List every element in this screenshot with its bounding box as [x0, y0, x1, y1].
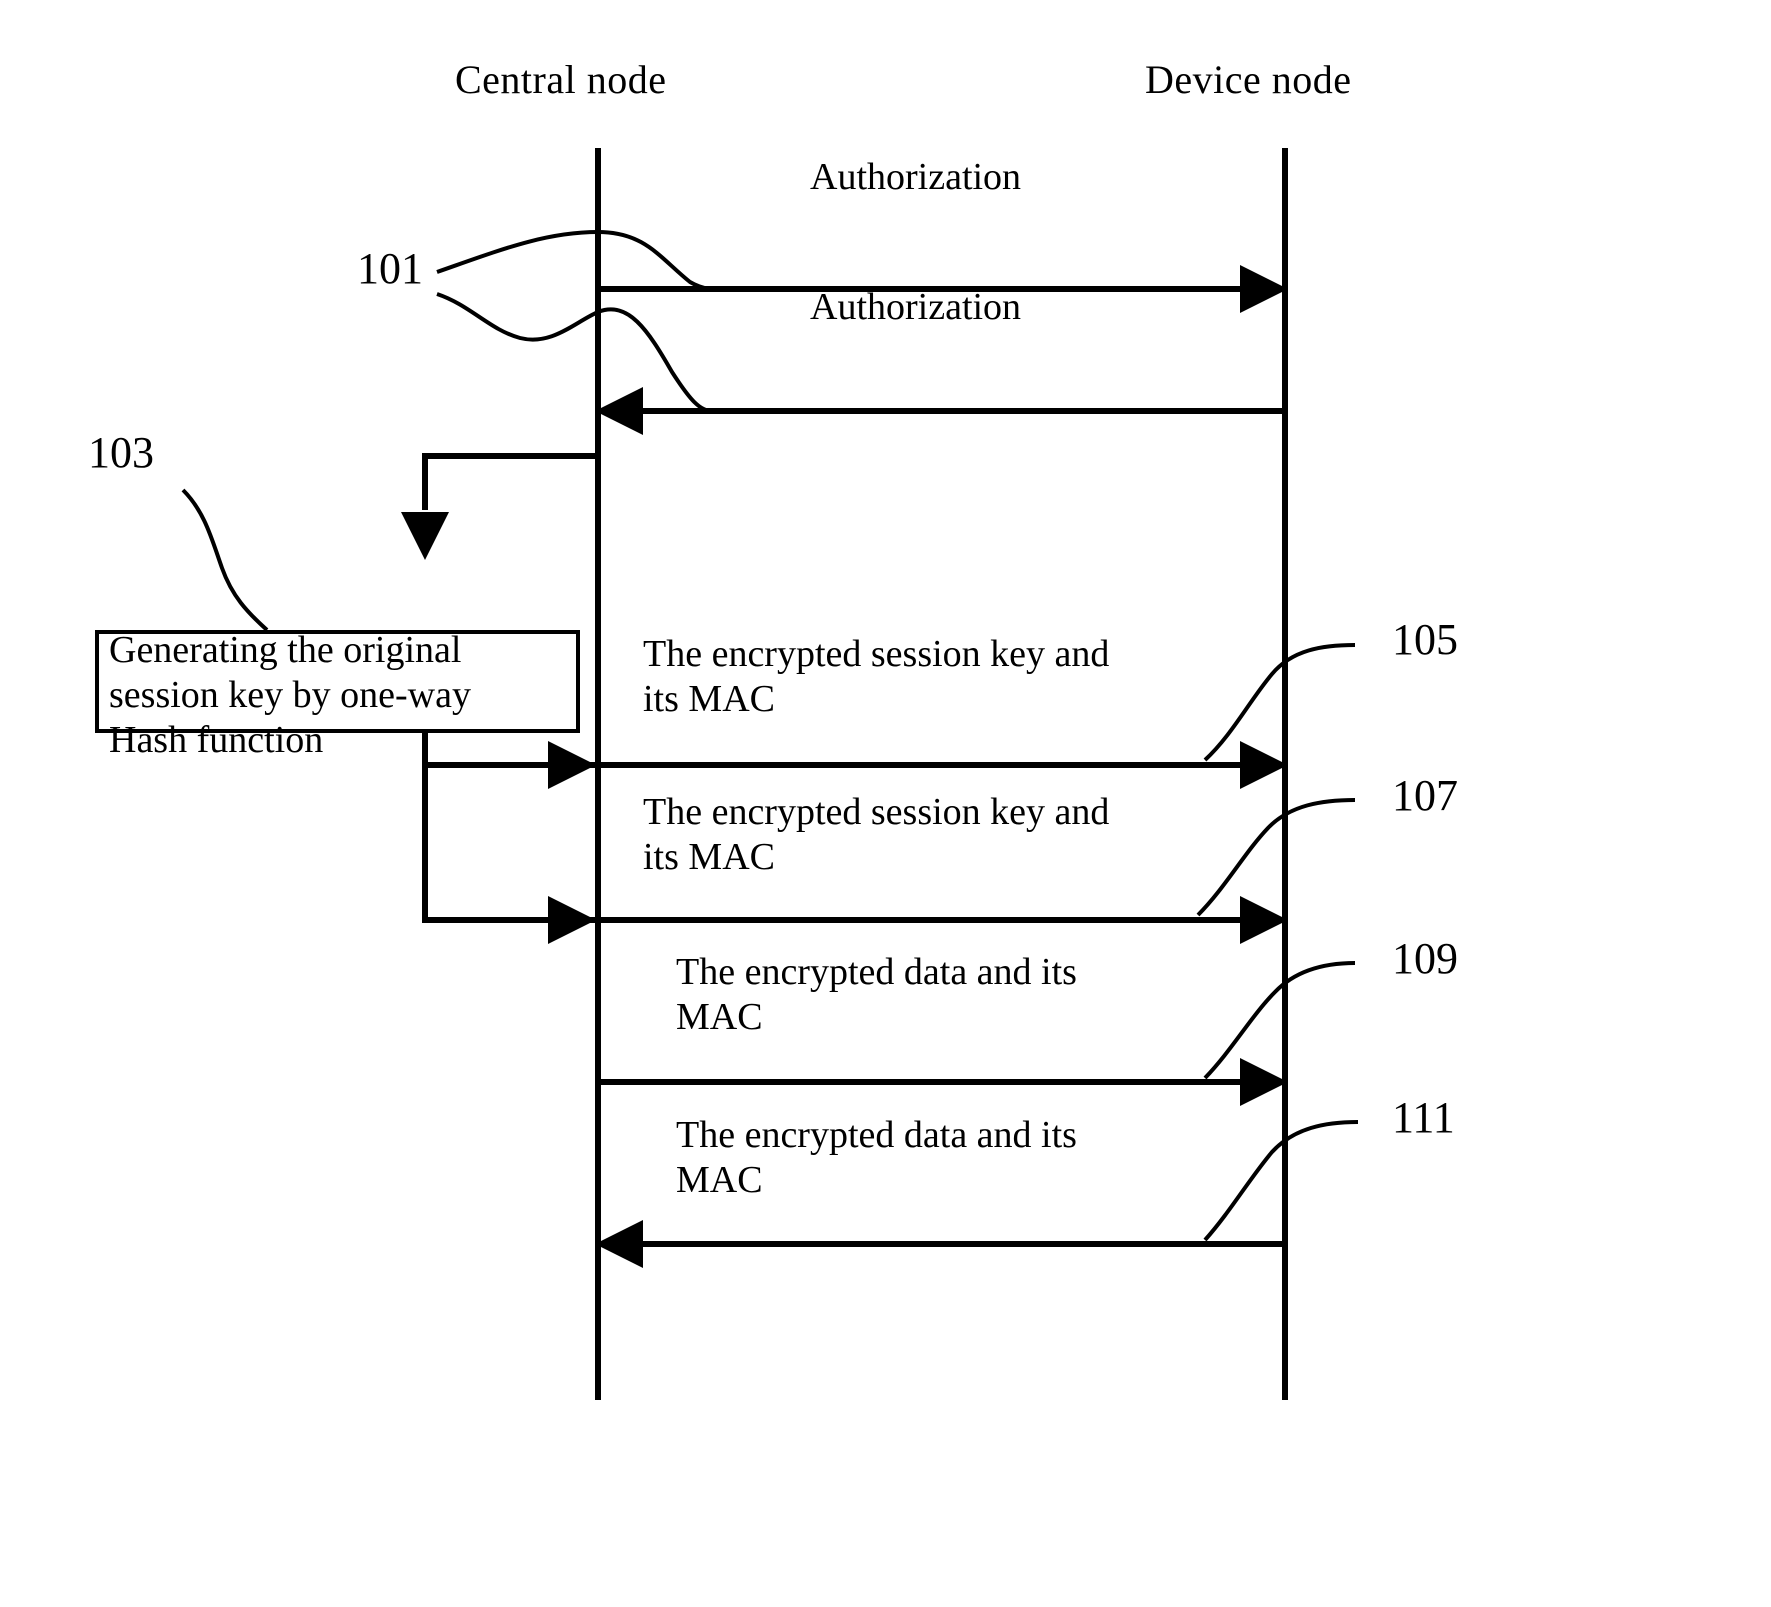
message-label-data-1: The encrypted data and its MAC	[676, 951, 1077, 1038]
reference-numeral-101: 101	[357, 244, 423, 293]
reference-numeral-103: 103	[88, 428, 154, 477]
reference-numeral-107: 107	[1392, 771, 1458, 820]
leader-line-101-lower	[436, 292, 713, 413]
leader-line-103	[181, 488, 269, 632]
process-box: Generating the original session key by o…	[95, 629, 580, 761]
reference-numeral-109: 109	[1392, 934, 1458, 983]
arrowhead-authorization-request	[1240, 265, 1288, 313]
message-label-session-key-1: The encrypted session key and its MAC	[643, 633, 1110, 720]
reference-numeral-111: 111	[1392, 1093, 1455, 1142]
arrowhead-session-key-2-device	[1240, 896, 1288, 944]
message-label-authorization-request: Authorization	[810, 156, 1022, 198]
arrowhead-data-1	[1240, 1058, 1288, 1106]
leader-line-101-upper	[436, 229, 731, 292]
arrowhead-process-entry	[401, 512, 449, 560]
arrowhead-authorization-response	[595, 387, 643, 435]
process-box-text: Generating the original session key by o…	[109, 629, 471, 762]
message-label-data-2: The encrypted data and its MAC	[676, 1114, 1077, 1201]
sequence-diagram: Central node Device node Authorization A…	[0, 0, 1771, 1607]
process-entry-path	[422, 453, 598, 510]
arrowhead-session-key-1-device	[1240, 741, 1288, 789]
message-label-authorization-response: Authorization	[810, 286, 1022, 328]
arrowhead-data-2	[595, 1220, 643, 1268]
message-label-session-key-2: The encrypted session key and its MAC	[643, 791, 1110, 878]
reference-numeral-105: 105	[1392, 615, 1458, 664]
arrowhead-session-key-2-central	[548, 896, 596, 944]
